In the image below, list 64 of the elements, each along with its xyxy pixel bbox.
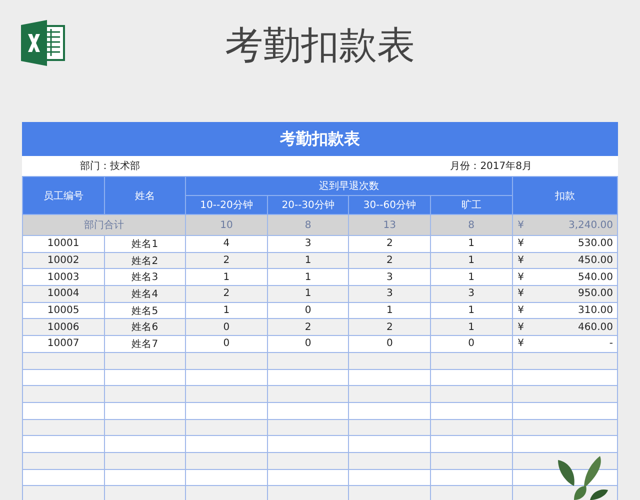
department-label: 部门：技术部 [80,160,140,173]
table-cell: 10007 [22,336,104,352]
table-cell: 3 [348,286,430,302]
table-cell: 10002 [22,252,104,269]
table-cell: 姓名2 [104,252,186,269]
amount: 530.00 [578,238,613,250]
table-cell: 8 [430,214,512,236]
table-cell: 2 [186,252,268,269]
table-cell: 10001 [22,236,104,252]
table-cell: 2 [267,318,349,336]
table-cell: 姓名6 [104,318,186,336]
currency-sign: ¥ [518,272,524,283]
amount: 460.00 [578,322,613,333]
column-header: 扣款 [512,176,618,214]
sheet-title: 考勤扣款表 [22,122,618,156]
table-cell: 3 [267,236,349,252]
table-cell: 10 [186,214,268,236]
currency-sign: ¥ [518,305,524,316]
column-header: 员工编号 [22,176,104,214]
column-header: 10--20分钟 [186,196,268,214]
table-cell: 0 [267,336,349,352]
table-cell: 2 [348,236,430,252]
table-cell: 2 [348,252,430,269]
column-header: 30--60分钟 [348,196,430,214]
column-header: 旷工 [430,196,512,214]
table-cell: 1 [267,286,349,302]
amount: 950.00 [578,288,613,300]
currency-sign: ¥ [518,238,524,250]
table-cell: 0 [186,336,268,352]
table-cell: 2 [348,318,430,336]
column-header: 姓名 [104,176,186,214]
table-cell: 10006 [22,318,104,336]
currency-sign: ¥ [518,255,524,266]
column-group-header: 迟到早退次数 [186,176,512,196]
table-cell: 姓名1 [104,236,186,252]
currency-sign: ¥ [518,338,524,350]
table-cell: 0 [430,336,512,352]
table-cell: 4 [186,236,268,252]
table-cell: 姓名4 [104,286,186,302]
table-cell: 13 [348,214,430,236]
total-label: 部门合计 [22,214,186,236]
table-cell: 2 [186,286,268,302]
column-header: 20--30分钟 [267,196,349,214]
spreadsheet-app-icon [20,20,66,66]
currency-sign: ¥ [518,220,524,230]
currency-sign: ¥ [518,288,524,300]
table-cell: 0 [186,318,268,336]
table-cell: 1 [430,252,512,269]
amount: - [609,338,613,350]
table-cell: 10004 [22,286,104,302]
page-title: 考勤扣款表 [225,22,415,69]
table-cell: 1 [430,236,512,252]
table-cell: 1 [430,318,512,336]
amount: 310.00 [578,305,613,316]
table-cell: 8 [267,214,349,236]
table-cell: 3 [430,286,512,302]
amount: 3,240.00 [568,220,613,230]
table-cell: 姓名7 [104,336,186,352]
month-label: 月份：2017年8月 [450,160,532,173]
amount: 540.00 [578,272,613,283]
table-cell: 0 [348,336,430,352]
table-cell: 1 [267,252,349,269]
currency-sign: ¥ [518,322,524,333]
amount: 450.00 [578,255,613,266]
